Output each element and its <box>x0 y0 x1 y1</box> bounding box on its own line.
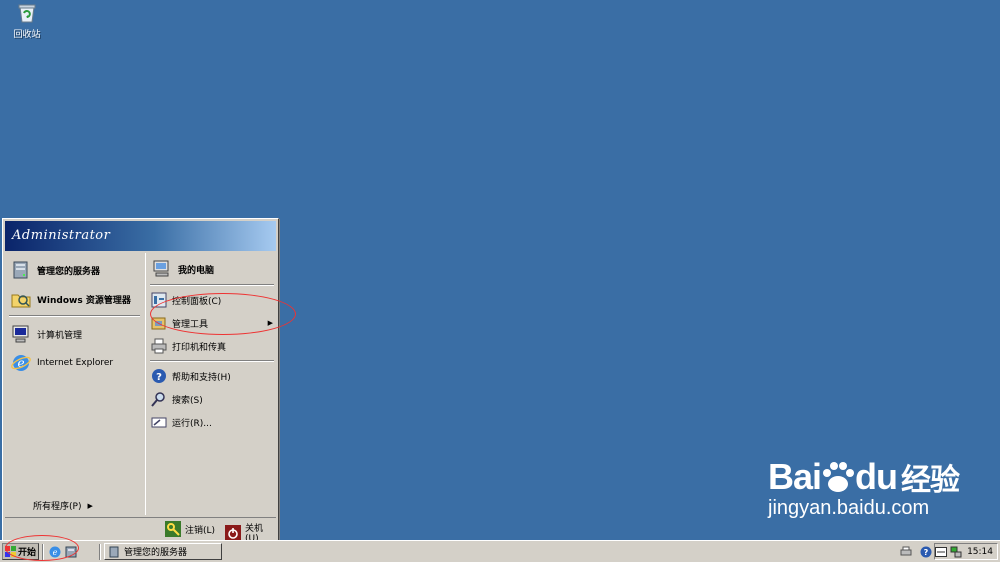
watermark-brand: Bai du 经验 <box>768 455 960 499</box>
start-item-label: 打印机和传真 <box>172 342 227 353</box>
start-menu-left-pane: 管理您的服务器 Windows 资源管理器 计算机管理 e Internet E… <box>5 253 144 528</box>
start-menu-right-pane: 我的电脑 控制面板(C) 管理工具 ▶ 打印机和传真 ? 帮助和支持(H) 搜索… <box>145 253 278 515</box>
search-icon <box>150 390 168 408</box>
taskbar-divider <box>42 544 44 560</box>
start-item-run[interactable]: 运行(R)... <box>150 412 276 432</box>
left-separator <box>9 315 140 317</box>
start-item-windows-explorer[interactable]: Windows 资源管理器 <box>9 286 142 312</box>
logoff-button[interactable]: 注销(L) <box>165 521 215 537</box>
key-icon <box>165 521 181 537</box>
tray-printer[interactable] <box>898 544 914 560</box>
start-item-label: 运行(R)... <box>172 418 212 429</box>
baidu-watermark: Bai du 经验 jingyan.baidu.com <box>768 455 960 520</box>
right-separator-2 <box>150 360 274 362</box>
start-item-admin-tools[interactable]: 管理工具 ▶ <box>150 313 276 333</box>
server-manage-icon <box>108 546 120 558</box>
watermark-brand-du: du <box>855 456 898 497</box>
help-icon: ? <box>150 367 168 385</box>
internet-explorer-icon: e <box>49 546 61 558</box>
start-menu-footer: 注销(L) 关机(U) <box>5 517 276 544</box>
all-programs-button[interactable]: 所有程序(P) ▶ <box>33 499 93 513</box>
start-menu: Administrator 管理您的服务器 Windows 资源管理器 计算机管… <box>2 218 279 544</box>
internet-explorer-icon: e <box>9 351 33 375</box>
explorer-folder-icon <box>9 287 33 311</box>
start-item-label: 管理您的服务器 <box>37 266 101 277</box>
taskbar-button-label: 管理您的服务器 <box>124 548 188 558</box>
server-manage-icon <box>65 546 77 558</box>
start-item-internet-explorer[interactable]: e Internet Explorer <box>9 350 142 376</box>
start-label: 开始 <box>18 548 37 558</box>
start-menu-user-header: Administrator <box>5 221 276 251</box>
desktop-icon-recycle-bin[interactable]: 回收站 <box>6 2 48 40</box>
watermark-brand-jingyan: 经验 <box>901 464 960 497</box>
start-item-label: Windows 资源管理器 <box>37 295 131 306</box>
admin-tools-icon <box>150 314 168 332</box>
recycle-bin-label: 回收站 <box>13 30 41 40</box>
right-separator-1 <box>150 284 274 286</box>
run-icon <box>150 413 168 431</box>
my-computer-icon <box>150 257 174 281</box>
help-icon: ? <box>920 546 932 558</box>
start-item-printers[interactable]: 打印机和传真 <box>150 336 276 356</box>
computer-management-icon <box>9 322 33 346</box>
server-manage-icon <box>9 258 33 282</box>
taskbar: 开始 e 管理您的服务器 ? 15:14 <box>0 540 1000 562</box>
start-item-computer-management[interactable]: 计算机管理 <box>9 321 142 347</box>
taskbar-button-manage-server[interactable]: 管理您的服务器 <box>104 543 222 560</box>
svg-text:?: ? <box>156 372 162 383</box>
keyboard-icon[interactable] <box>935 546 948 557</box>
start-item-label: 帮助和支持(H) <box>172 372 231 383</box>
printer-icon <box>900 546 912 556</box>
start-item-label: 管理工具 <box>172 319 209 330</box>
quicklaunch-ie[interactable]: e <box>47 544 63 560</box>
quicklaunch-server[interactable] <box>63 544 79 560</box>
submenu-arrow-icon: ▶ <box>267 319 273 327</box>
arrow-right-icon: ▶ <box>87 501 93 510</box>
start-item-control-panel[interactable]: 控制面板(C) <box>150 290 276 310</box>
start-item-label: 我的电脑 <box>178 265 215 276</box>
start-item-label: 计算机管理 <box>37 330 83 341</box>
taskbar-divider <box>99 544 101 560</box>
watermark-url: jingyan.baidu.com <box>768 497 930 519</box>
recycle-bin-icon <box>18 4 36 23</box>
control-panel-icon <box>150 291 168 309</box>
all-programs-label: 所有程序(P) <box>33 502 82 512</box>
windows-logo-icon <box>5 546 16 557</box>
watermark-brand-bai: Bai <box>768 456 822 497</box>
power-icon <box>225 524 241 541</box>
svg-text:?: ? <box>924 548 929 557</box>
paw-icon <box>819 458 857 496</box>
start-item-help[interactable]: ? 帮助和支持(H) <box>150 366 276 386</box>
system-tray: 15:14 <box>934 543 998 560</box>
start-item-label: 搜索(S) <box>172 395 203 406</box>
tray-help[interactable]: ? <box>918 544 934 560</box>
start-item-manage-server[interactable]: 管理您的服务器 <box>9 257 142 283</box>
clock[interactable]: 15:14 <box>967 547 993 557</box>
logoff-label: 注销(L) <box>185 525 216 536</box>
svg-text:e: e <box>53 548 58 557</box>
network-icon[interactable] <box>950 546 962 558</box>
start-item-label: Internet Explorer <box>37 358 114 368</box>
start-item-search[interactable]: 搜索(S) <box>150 389 276 409</box>
printer-icon <box>150 337 168 355</box>
start-item-label: 控制面板(C) <box>172 296 222 307</box>
start-item-my-computer[interactable]: 我的电脑 <box>150 256 276 282</box>
start-button[interactable]: 开始 <box>2 543 39 560</box>
